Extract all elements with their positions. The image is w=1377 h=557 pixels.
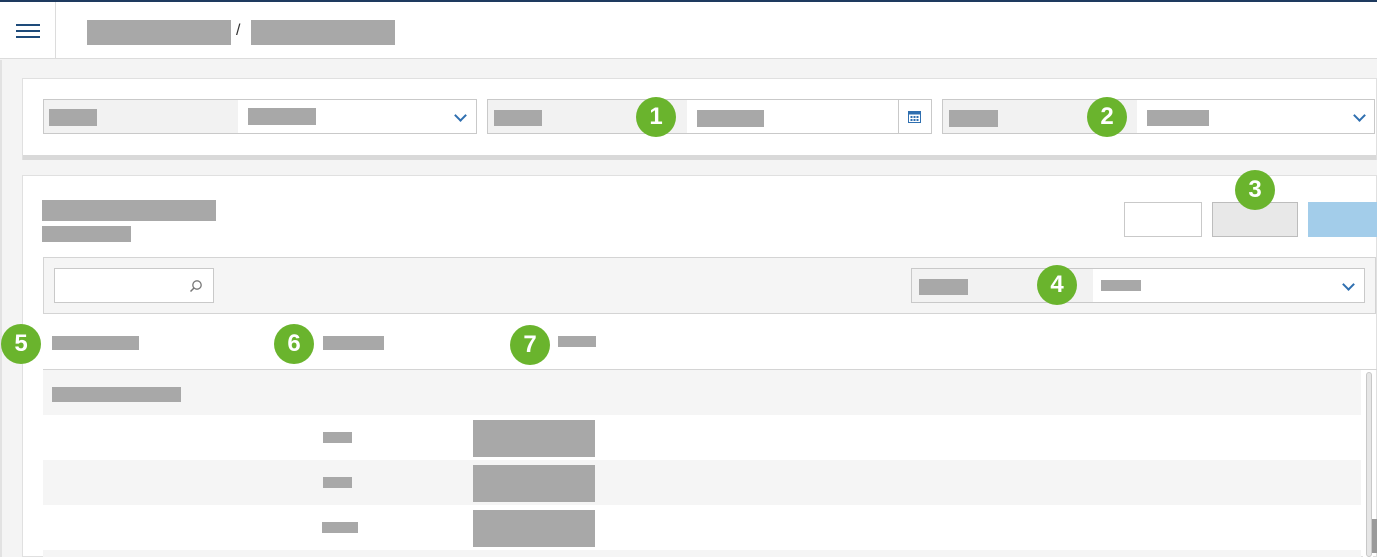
column-header-3[interactable] — [558, 336, 596, 347]
chevron-down-icon[interactable] — [454, 109, 467, 122]
search-icon[interactable] — [189, 279, 203, 293]
column-header-2[interactable] — [323, 336, 384, 350]
annotation-marker-7: 7 — [510, 325, 550, 365]
filter-select-field-1-value — [248, 108, 316, 125]
top-bar: / — [0, 2, 1377, 59]
page-scrollbar-thumb[interactable] — [1372, 519, 1377, 553]
panel-subtitle — [42, 226, 131, 242]
annotation-marker-5: 5 — [1, 324, 41, 364]
chevron-down-icon[interactable] — [1353, 109, 1366, 122]
calendar-icon[interactable] — [908, 110, 921, 123]
filter-select-field-1[interactable] — [43, 99, 477, 134]
table-row[interactable] — [43, 550, 1361, 557]
date-field-value — [697, 110, 764, 127]
table-cell-block — [473, 510, 595, 547]
list-toolbar — [43, 257, 1376, 314]
search-input[interactable] — [54, 268, 214, 303]
table-cell-value — [323, 477, 352, 488]
breadcrumb-item-parent[interactable] — [87, 20, 231, 45]
annotation-marker-6: 6 — [274, 324, 314, 364]
filter-select-field-2[interactable] — [942, 99, 1375, 134]
toolbar-select-field[interactable] — [911, 268, 1365, 303]
table-row[interactable] — [43, 415, 1361, 460]
group-row-label — [52, 387, 181, 402]
table-row[interactable] — [43, 505, 1361, 550]
chevron-down-icon[interactable] — [1342, 278, 1355, 291]
panel-title — [42, 200, 216, 221]
annotation-marker-2: 2 — [1087, 97, 1127, 137]
hamburger-menu-icon — [15, 23, 40, 38]
annotation-marker-3: 3 — [1235, 170, 1275, 210]
table-cell-value — [322, 522, 358, 533]
table-cell-block — [473, 420, 595, 457]
date-field[interactable] — [487, 99, 932, 134]
breadcrumb-item-current — [251, 20, 395, 45]
filter-select-field-1-label — [44, 100, 238, 133]
breadcrumb-separator: / — [236, 22, 241, 39]
column-header-1[interactable] — [52, 336, 139, 350]
filter-select-field-2-value — [1147, 110, 1209, 126]
annotation-marker-4: 4 — [1037, 265, 1077, 305]
left-edge-strip — [0, 60, 2, 557]
annotation-marker-1: 1 — [636, 97, 676, 137]
filter-panel-divider — [23, 155, 1376, 160]
table-cell-value — [323, 432, 352, 443]
table-cell-block — [473, 465, 595, 502]
table-row[interactable] — [43, 460, 1361, 505]
menu-button[interactable] — [0, 2, 56, 59]
primary-action-button[interactable] — [1308, 202, 1377, 237]
toolbar-select-field-value — [1101, 280, 1141, 291]
action-button-1[interactable] — [1124, 202, 1202, 237]
table-group-row[interactable] — [43, 370, 1361, 415]
